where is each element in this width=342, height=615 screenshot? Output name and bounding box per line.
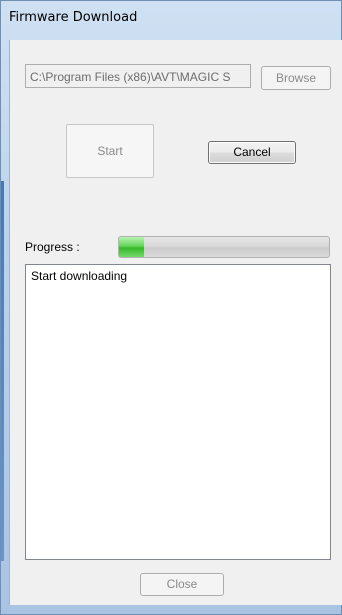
close-button[interactable]: Close	[140, 573, 224, 596]
download-log[interactable]: Start downloading	[25, 264, 331, 560]
title-bar: Firmware Download	[9, 10, 138, 25]
log-lines-container: Start downloading	[31, 269, 325, 284]
progress-label: Progress :	[25, 240, 80, 254]
cancel-button[interactable]: Cancel	[208, 141, 296, 164]
start-button[interactable]: Start	[66, 124, 154, 178]
browse-button[interactable]: Browse	[261, 66, 331, 90]
log-line: Start downloading	[31, 269, 128, 283]
window-frame-accent	[1, 181, 4, 561]
progress-bar-fill	[119, 237, 145, 257]
firmware-path-field: C:\Program Files (x86)\AVT\MAGIC S	[25, 64, 251, 88]
progress-bar	[118, 236, 330, 258]
